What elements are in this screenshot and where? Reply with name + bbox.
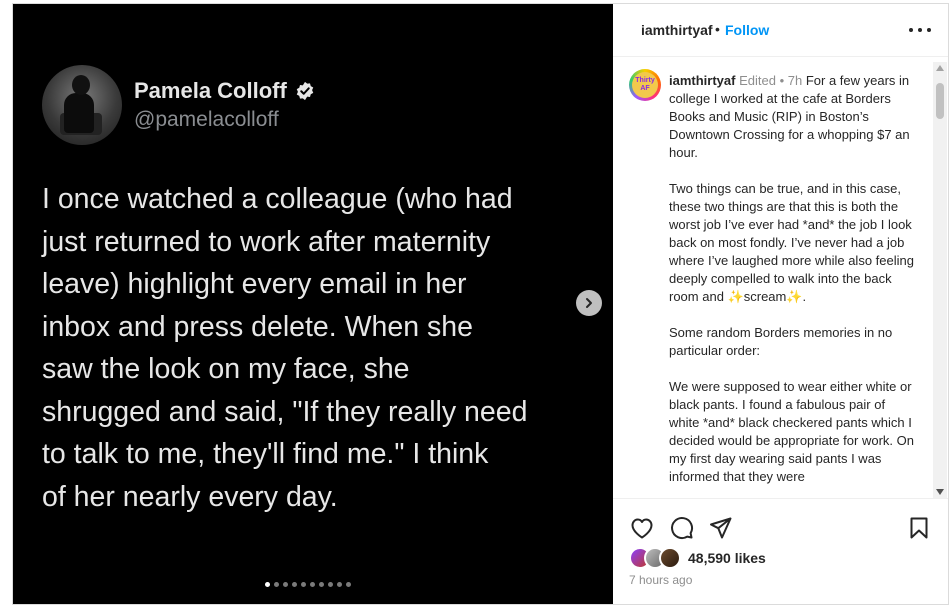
more-dot	[927, 28, 931, 32]
comment-icon[interactable]	[669, 515, 695, 541]
liker-avatar	[659, 547, 681, 569]
tweet-author-name: Pamela Colloff	[134, 78, 287, 103]
header-username[interactable]: iamthirtyaf	[641, 22, 713, 38]
caption-paragraph: We were supposed to wear either white or…	[669, 378, 919, 486]
tweet-avatar	[42, 65, 122, 145]
caption-paragraph: Two things can be true, and in this case…	[669, 180, 919, 306]
carousel-dot	[337, 582, 342, 587]
carousel-dot	[283, 582, 288, 587]
caption-scrollbar[interactable]	[933, 62, 947, 498]
caption-text: scream	[743, 289, 787, 304]
caption-paragraph: Some random Borders memories in no parti…	[669, 324, 919, 360]
carousel-dot	[328, 582, 333, 587]
caption-meta: Edited • 7h	[739, 73, 803, 88]
scroll-down-arrow-icon[interactable]	[936, 489, 944, 495]
post-image[interactable]: Pamela Colloff @pamelacolloff I once wat…	[13, 4, 613, 604]
caption-avatar[interactable]: Thirty AF	[629, 69, 661, 101]
post-actions: 48,590 likes 7 hours ago	[613, 498, 948, 604]
tweet-text: I once watched a colleague (who had just…	[42, 183, 528, 513]
caption-text: .	[802, 289, 807, 304]
chevron-right-icon	[586, 298, 592, 308]
share-icon[interactable]	[708, 515, 734, 541]
caption-paragraph: iamthirtyaf Edited • 7h For a few years …	[669, 72, 919, 162]
scroll-up-arrow-icon[interactable]	[936, 65, 944, 71]
carousel-indicator	[265, 582, 351, 587]
sparkle-emoji: ✨	[786, 289, 803, 304]
carousel-dot	[301, 582, 306, 587]
header-separator: •	[715, 21, 720, 37]
tweet-handle: @pamelacolloff	[134, 108, 279, 131]
sparkle-emoji: ✨	[727, 289, 744, 304]
more-options-button[interactable]	[909, 20, 931, 40]
carousel-dot	[346, 582, 351, 587]
avatar-logo-text: Thirty AF	[632, 72, 658, 98]
post-sidebar: iamthirtyaf • Follow Thirty AF iamthirty…	[613, 4, 948, 604]
post-dialog: Pamela Colloff @pamelacolloff I once wat…	[12, 3, 949, 605]
caption-body: iamthirtyaf Edited • 7h For a few years …	[669, 72, 919, 498]
likes-row[interactable]: 48,590 likes	[629, 547, 766, 569]
carousel-dot	[292, 582, 297, 587]
heart-icon[interactable]	[629, 515, 655, 541]
next-slide-button[interactable]	[576, 290, 602, 316]
tweet-author: Pamela Colloff	[134, 78, 315, 104]
carousel-dot	[310, 582, 315, 587]
more-dot	[918, 28, 922, 32]
carousel-dot	[319, 582, 324, 587]
post-header: iamthirtyaf • Follow	[613, 4, 948, 57]
scrollbar-thumb[interactable]	[936, 83, 944, 119]
follow-button[interactable]: Follow	[725, 22, 769, 38]
caption-area[interactable]: Thirty AF iamthirtyaf Edited • 7h For a …	[613, 57, 948, 498]
carousel-dot	[274, 582, 279, 587]
likes-count[interactable]: 48,590 likes	[688, 550, 766, 566]
caption-username[interactable]: iamthirtyaf	[669, 73, 735, 88]
caption-text: Two things can be true, and in this case…	[669, 181, 914, 304]
carousel-dot	[265, 582, 270, 587]
post-timestamp[interactable]: 7 hours ago	[629, 573, 692, 587]
verified-badge-icon	[296, 81, 314, 101]
caption-text: We were supposed to wear either white or…	[669, 379, 914, 484]
bookmark-icon[interactable]	[906, 515, 932, 541]
caption-text: Some random Borders memories in no parti…	[669, 325, 893, 358]
more-dot	[909, 28, 913, 32]
